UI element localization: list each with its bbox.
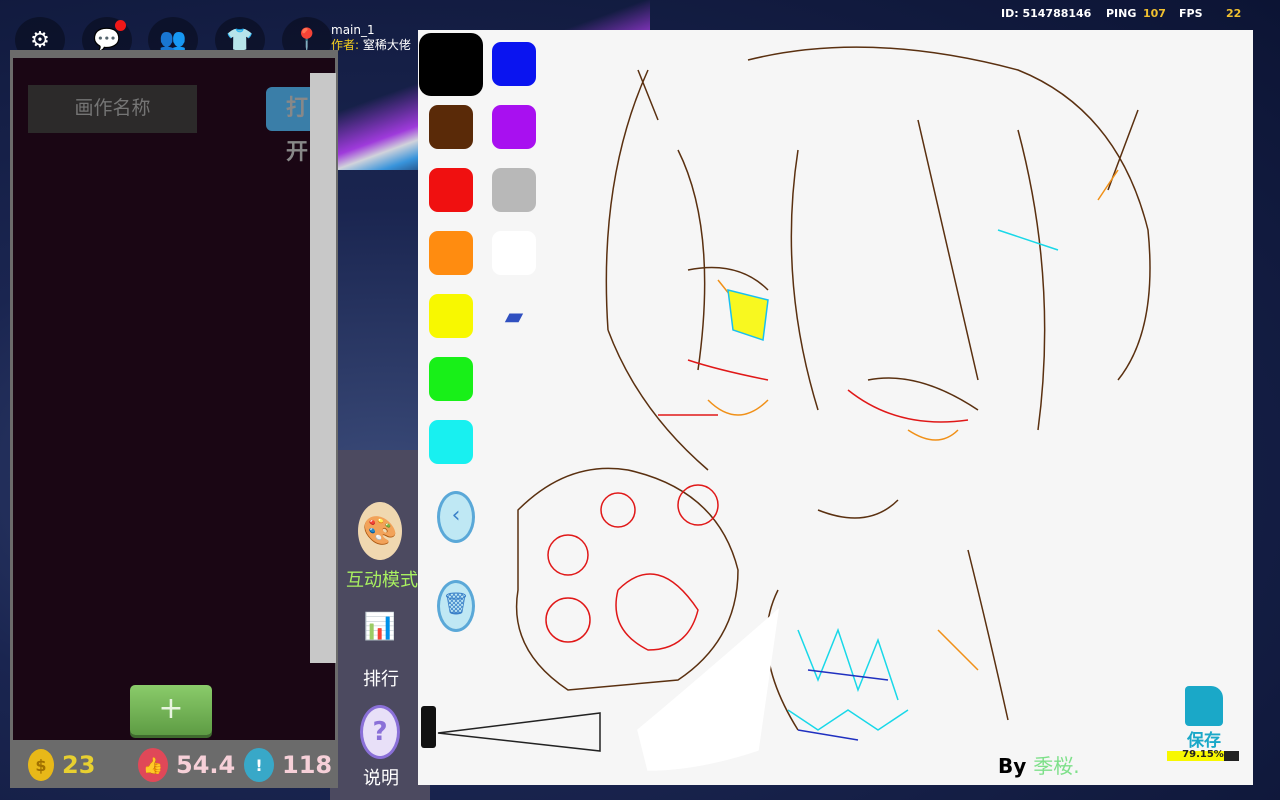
drawing-canvas[interactable] (418, 30, 1253, 785)
interactive-mode-label[interactable]: 互动模式 (337, 566, 427, 592)
color-swatch-purple[interactable] (492, 105, 536, 149)
artist-name: 季桜. (1033, 754, 1080, 778)
report-count: 118 (282, 751, 333, 779)
color-swatch-black[interactable] (419, 33, 483, 96)
help-icon[interactable]: ? (360, 705, 400, 759)
save-progress-bar: 79.15% (1167, 749, 1239, 761)
add-artwork-button[interactable]: + (130, 685, 212, 735)
wardrobe-icon: 👕 (226, 27, 254, 53)
chat-icon: 💬 (93, 27, 121, 53)
color-swatch-orange[interactable] (429, 231, 473, 275)
slider-handle (421, 706, 436, 748)
author-name: 窒稀大佬 (362, 38, 411, 52)
save-button[interactable]: 保存 (1182, 686, 1226, 751)
help-label[interactable]: 说明 (336, 764, 426, 790)
scrollbar[interactable] (310, 73, 336, 663)
color-swatch-yellow[interactable] (429, 294, 473, 338)
like-score: 54.4 (176, 751, 236, 779)
clear-button[interactable]: 🗑 (437, 580, 475, 632)
color-swatch-cyan[interactable] (429, 420, 473, 464)
fps-label: FPS (1179, 7, 1203, 20)
player-id: ID: 514788146 (1001, 7, 1092, 20)
eraser-icon[interactable]: ▰ (492, 294, 536, 338)
artist-credit: By 季桜. (998, 750, 1080, 779)
stats-bar: $ 23 👍 54.4 ! 118 (10, 742, 338, 788)
map-icon: 📍 (293, 27, 321, 53)
drawing (515, 46, 1151, 771)
save-label: 保存 (1187, 731, 1221, 751)
report-icon: ! (244, 748, 274, 782)
color-swatch-blue[interactable] (492, 42, 536, 86)
friends-icon: 👥 (159, 27, 187, 53)
color-swatch-gray[interactable] (492, 168, 536, 212)
map-info: main_1 作者: 窒稀大佬 (331, 23, 411, 53)
fps-value: 22 (1226, 7, 1242, 20)
save-icon (1185, 686, 1223, 726)
map-name: main_1 (331, 23, 375, 37)
color-swatch-red[interactable] (429, 168, 473, 212)
palette-icon[interactable]: 🎨 (358, 502, 402, 560)
trash-icon: 🗑 (442, 592, 470, 617)
undo-button[interactable]: ‹ (437, 491, 475, 543)
ping-label: PING (1106, 7, 1137, 20)
notification-dot (115, 20, 126, 31)
color-swatch-brown[interactable] (429, 105, 473, 149)
artwork-name-input[interactable] (28, 85, 197, 133)
brush-size-slider[interactable] (418, 703, 608, 759)
ranking-icon[interactable]: 📊 (362, 612, 398, 652)
artwork-panel: 打开 + $ 23 👍 54.4 ! 118 (10, 50, 338, 788)
thumbs-up-icon: 👍 (138, 748, 168, 782)
coin-icon: $ (28, 749, 54, 781)
coin-count: 23 (62, 751, 96, 779)
color-swatch-green[interactable] (429, 357, 473, 401)
save-progress-text: 79.15% (1182, 749, 1224, 760)
by-label: By (998, 754, 1027, 778)
open-button[interactable]: 打开 (266, 87, 316, 165)
color-swatch-white[interactable] (492, 231, 536, 275)
artwork-list: 打开 + (13, 58, 336, 740)
chevron-left-icon: ‹ (451, 503, 461, 528)
ping-value: 107 (1143, 7, 1166, 20)
gear-icon: ⚙ (30, 27, 50, 53)
ranking-label[interactable]: 排行 (336, 665, 426, 691)
